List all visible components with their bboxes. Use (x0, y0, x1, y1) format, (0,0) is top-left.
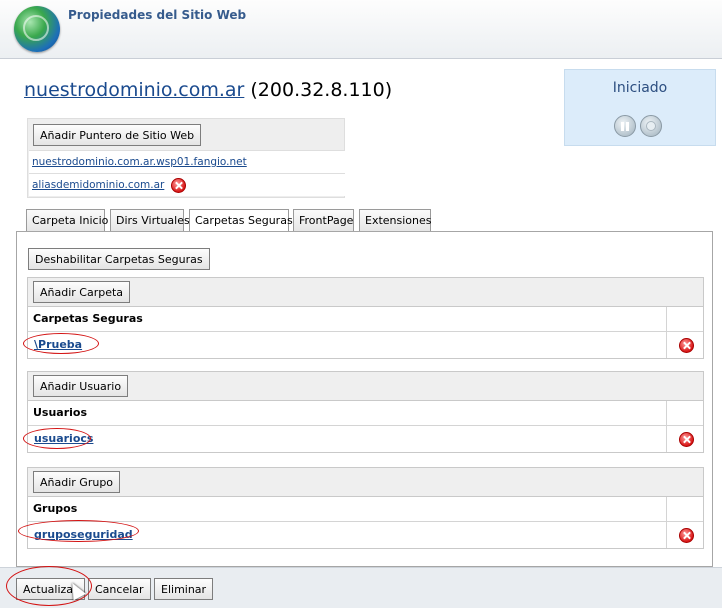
section-header: Usuarios (28, 401, 703, 426)
add-folder-button[interactable]: Añadir Carpeta (33, 281, 131, 303)
pause-icon[interactable] (614, 115, 636, 137)
alias-row: nuestrodominio.com.ar.wsp01.fangio.net (29, 150, 345, 173)
delete-icon[interactable] (679, 338, 694, 353)
column-divider (666, 332, 667, 358)
table-row: gruposeguridad (28, 522, 703, 548)
tab-dirs-virtuales[interactable]: Dirs Virtuales (110, 209, 190, 231)
add-group-button[interactable]: Añadir Grupo (33, 471, 121, 493)
tab-carpeta-inicio[interactable]: Carpeta Inicio (26, 209, 108, 231)
alias-row: aliasdemidominio.com.ar (29, 173, 345, 196)
add-user-button[interactable]: Añadir Usuario (33, 375, 129, 397)
alias-link[interactable]: nuestrodominio.com.ar.wsp01.fangio.net (32, 156, 247, 168)
site-pointers-panel: Añadir Puntero de Sitio Web nuestrodomin… (27, 118, 345, 198)
section-title: Carpetas Seguras (33, 312, 143, 325)
column-divider (666, 522, 667, 548)
section-header: Carpetas Seguras (28, 307, 703, 332)
status-panel: Iniciado (564, 69, 716, 146)
window-header: Propiedades del Sitio Web (0, 0, 722, 59)
footer-bar: Actualizar Cancelar Eliminar (0, 567, 722, 608)
secure-folders-section: Añadir Carpeta Carpetas Seguras \Prueba (27, 277, 704, 359)
stop-icon[interactable] (640, 115, 662, 137)
section-header: Grupos (28, 497, 703, 522)
column-divider (666, 307, 667, 331)
user-link[interactable]: usuariocs (34, 432, 93, 445)
table-row: \Prueba (28, 332, 703, 358)
column-divider (666, 401, 667, 425)
tab-carpetas-seguras[interactable]: Carpetas Seguras (189, 209, 293, 233)
site-ip: (200.32.8.110) (250, 79, 393, 101)
cancel-button[interactable]: Cancelar (88, 578, 151, 600)
delete-site-button[interactable]: Eliminar (154, 578, 214, 600)
delete-icon[interactable] (170, 177, 186, 193)
window-title: Propiedades del Sitio Web (68, 8, 247, 22)
add-site-pointer-button[interactable]: Añadir Puntero de Sitio Web (33, 124, 202, 146)
users-section: Añadir Usuario Usuarios usuariocs (27, 371, 704, 453)
folder-link[interactable]: \Prueba (34, 338, 82, 351)
section-toolbar: Añadir Carpeta (28, 278, 703, 307)
delete-icon[interactable] (679, 432, 694, 447)
section-title: Usuarios (33, 406, 88, 419)
site-domain-link[interactable]: nuestrodominio.com.ar (24, 79, 244, 101)
alias-link[interactable]: aliasdemidominio.com.ar (32, 179, 164, 191)
globe-icon (14, 6, 60, 52)
groups-section: Añadir Grupo Grupos gruposeguridad (27, 467, 704, 549)
status-label: Iniciado (612, 80, 668, 96)
column-divider (666, 497, 667, 521)
table-row: usuariocs (28, 426, 703, 452)
site-heading: nuestrodominio.com.ar (200.32.8.110) (24, 79, 392, 101)
group-link[interactable]: gruposeguridad (34, 528, 133, 541)
section-toolbar: Añadir Grupo (28, 468, 703, 497)
tab-content: Deshabilitar Carpetas Seguras Añadir Car… (16, 231, 713, 567)
tab-extensiones[interactable]: Extensiones (359, 209, 432, 231)
section-title: Grupos (33, 502, 78, 515)
column-divider (666, 426, 667, 452)
disable-secure-folders-button[interactable]: Deshabilitar Carpetas Seguras (28, 248, 210, 270)
tab-frontpage[interactable]: FrontPage (293, 209, 354, 231)
delete-icon[interactable] (679, 528, 694, 543)
section-toolbar: Añadir Usuario (28, 372, 703, 401)
